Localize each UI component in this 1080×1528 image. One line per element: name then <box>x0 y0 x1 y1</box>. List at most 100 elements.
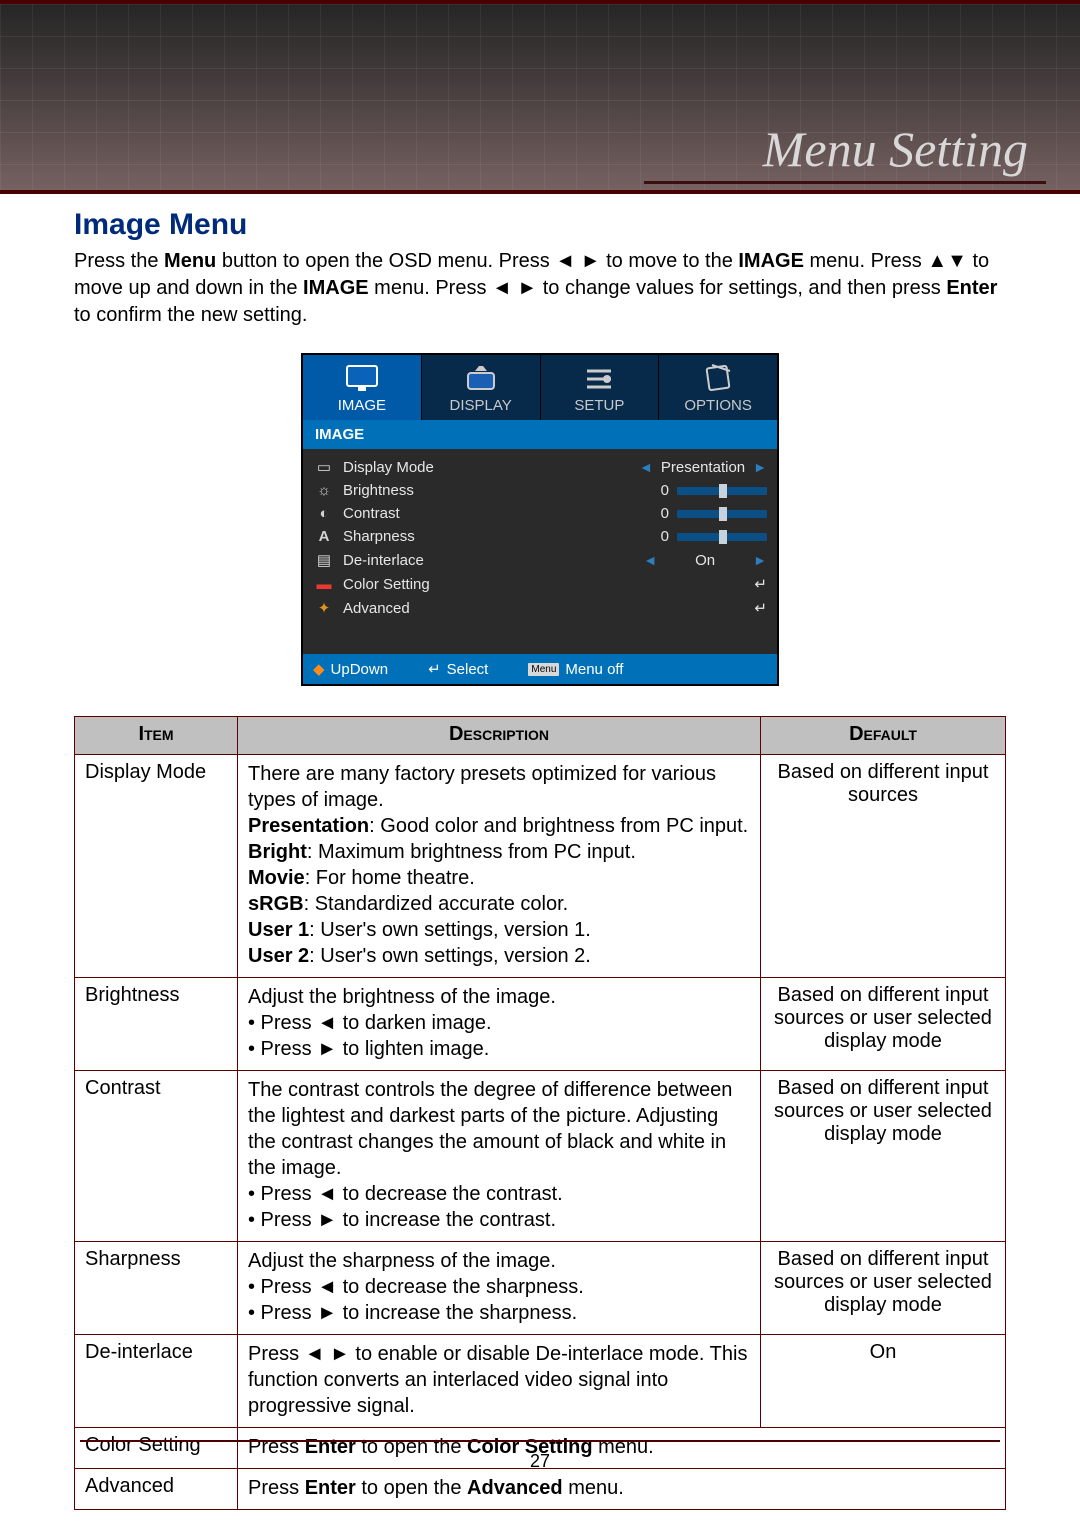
projector-icon <box>463 363 499 393</box>
intro-text: to move to the <box>606 250 738 272</box>
cell-item: Advanced <box>75 1469 238 1510</box>
cell-default: Based on different input sources or user… <box>761 978 1006 1071</box>
osd-row-value: Presentation <box>661 459 745 476</box>
desc-text: menu. <box>568 1477 624 1499</box>
mode-name: Bright <box>248 841 307 863</box>
osd-tab-image[interactable]: IMAGE <box>303 355 422 420</box>
slider-track[interactable] <box>677 487 767 495</box>
osd-row-label: Color Setting <box>343 576 589 593</box>
slider-track[interactable] <box>677 533 767 541</box>
osd-row-sharpness[interactable]: A Sharpness 0 <box>313 525 767 548</box>
footer-rule <box>80 1440 1000 1442</box>
osd-footer-label: UpDown <box>331 661 389 678</box>
desc-text: • Press ► to increase the sharpness. <box>248 1302 577 1324</box>
osd-row-value: 0 <box>655 528 669 545</box>
mode-text: : User's own settings, version 2. <box>309 945 591 967</box>
table-row: Contrast The contrast controls the degre… <box>75 1071 1006 1242</box>
page-heading: Image Menu <box>74 208 1006 242</box>
right-arrow-icon[interactable]: ► <box>753 459 767 475</box>
left-arrow-icon[interactable]: ◄ <box>639 459 653 475</box>
intro-enter-word: Enter <box>946 277 997 299</box>
osd-row-label: Sharpness <box>343 528 589 545</box>
desc-text: to open the <box>361 1477 467 1499</box>
osd-row-advanced[interactable]: ✦ Advanced ↵ <box>313 596 767 620</box>
osd-row-brightness[interactable]: ☼ Brightness 0 <box>313 479 767 502</box>
osd-row-color-setting[interactable]: ▬ Color Setting ↵ <box>313 572 767 596</box>
desc-text: • Press ◄ to darken image. <box>248 1012 492 1034</box>
left-right-arrows-icon: ◄ ► <box>492 277 537 299</box>
left-arrow-icon[interactable]: ◄ <box>643 552 657 568</box>
osd-tab-display[interactable]: DISPLAY <box>422 355 541 420</box>
intro-paragraph: Press the Menu button to open the OSD me… <box>74 248 1006 329</box>
osd-tab-label: DISPLAY <box>450 397 512 414</box>
desc-text: • Press ► to increase the contrast. <box>248 1209 556 1231</box>
color-setting-icon: ▬ <box>313 576 335 593</box>
osd-row-contrast[interactable]: ◐ Contrast 0 <box>313 502 767 525</box>
osd-tab-bar: IMAGE DISPLAY <box>303 355 777 420</box>
mode-name: User 2 <box>248 945 309 967</box>
desc-text: There are many factory presets optimized… <box>248 763 716 811</box>
settings-description-table: Item Description Default Display Mode Th… <box>74 716 1006 1510</box>
page-number: 27 <box>0 1451 1080 1472</box>
monitor-icon: ▭ <box>313 458 335 476</box>
osd-footer-label: Select <box>447 661 489 678</box>
monitor-icon <box>344 363 380 393</box>
osd-row-value: On <box>665 552 745 569</box>
desc-text: • Press ► to lighten image. <box>248 1038 489 1060</box>
cell-description: There are many factory presets optimized… <box>238 755 761 978</box>
notepad-icon <box>700 363 736 393</box>
osd-footer: ◆ UpDown ↵ Select Menu Menu off <box>303 654 777 684</box>
mode-name: Movie <box>248 867 305 889</box>
osd-row-display-mode[interactable]: ▭ Display Mode ◄ Presentation ► <box>313 455 767 479</box>
page-content: Image Menu Press the Menu button to open… <box>0 194 1080 1510</box>
slider-knob[interactable] <box>719 484 727 498</box>
table-row: Display Mode There are many factory pres… <box>75 755 1006 978</box>
header-item: Item <box>75 717 238 755</box>
right-arrow-icon[interactable]: ► <box>753 552 767 568</box>
page-banner: Menu Setting <box>0 0 1080 194</box>
osd-row-list: ▭ Display Mode ◄ Presentation ► ☼ Bright… <box>303 449 777 654</box>
osd-tab-label: OPTIONS <box>684 397 752 414</box>
desc-text: Adjust the sharpness of the image. <box>248 1250 556 1272</box>
osd-row-label: De-interlace <box>343 552 589 569</box>
table-header-row: Item Description Default <box>75 717 1006 755</box>
slider-knob[interactable] <box>719 507 727 521</box>
intro-text: button to open the OSD menu. Press <box>222 250 556 272</box>
cell-item: Display Mode <box>75 755 238 978</box>
osd-row-label: Advanced <box>343 600 589 617</box>
cell-item: Sharpness <box>75 1242 238 1335</box>
sliders-icon <box>581 363 617 393</box>
up-down-arrows-icon: ▲▼ <box>927 250 967 272</box>
mode-text: : Standardized accurate color. <box>304 893 569 915</box>
desc-bold: Advanced <box>467 1477 563 1499</box>
manual-page: Menu Setting Image Menu Press the Menu b… <box>0 0 1080 1528</box>
osd-section-header: IMAGE <box>303 420 777 449</box>
cell-description: Adjust the brightness of the image. • Pr… <box>238 978 761 1071</box>
osd-tab-label: IMAGE <box>338 397 386 414</box>
banner-title: Menu Setting <box>763 120 1028 178</box>
brightness-icon: ☼ <box>313 482 335 499</box>
deinterlace-icon: ▤ <box>313 551 335 569</box>
menu-button-icon: Menu <box>528 663 559 676</box>
osd-row-deinterlace[interactable]: ▤ De-interlace ◄ On ► <box>313 548 767 572</box>
osd-tab-setup[interactable]: SETUP <box>541 355 660 420</box>
enter-icon: ↵ <box>754 575 767 593</box>
osd-tab-options[interactable]: OPTIONS <box>659 355 777 420</box>
cell-description: The contrast controls the degree of diff… <box>238 1071 761 1242</box>
osd-row-value: 0 <box>655 505 669 522</box>
slider-track[interactable] <box>677 510 767 518</box>
enter-icon: ↵ <box>428 660 441 678</box>
cell-description: Adjust the sharpness of the image. • Pre… <box>238 1242 761 1335</box>
left-right-arrows-icon: ◄ ► <box>555 250 600 272</box>
intro-text: to confirm the new setting. <box>74 304 307 326</box>
table-row: Sharpness Adjust the sharpness of the im… <box>75 1242 1006 1335</box>
osd-footer-label: Menu off <box>565 661 623 678</box>
desc-text: The contrast controls the degree of diff… <box>248 1079 732 1179</box>
desc-text: Adjust the brightness of the image. <box>248 986 556 1008</box>
slider-knob[interactable] <box>719 530 727 544</box>
mode-text: : Good color and brightness from PC inpu… <box>369 815 748 837</box>
table-row: Advanced Press Enter to open the Advance… <box>75 1469 1006 1510</box>
desc-text: Press <box>248 1477 305 1499</box>
table-row: Brightness Adjust the brightness of the … <box>75 978 1006 1071</box>
mode-text: : Maximum brightness from PC input. <box>307 841 636 863</box>
